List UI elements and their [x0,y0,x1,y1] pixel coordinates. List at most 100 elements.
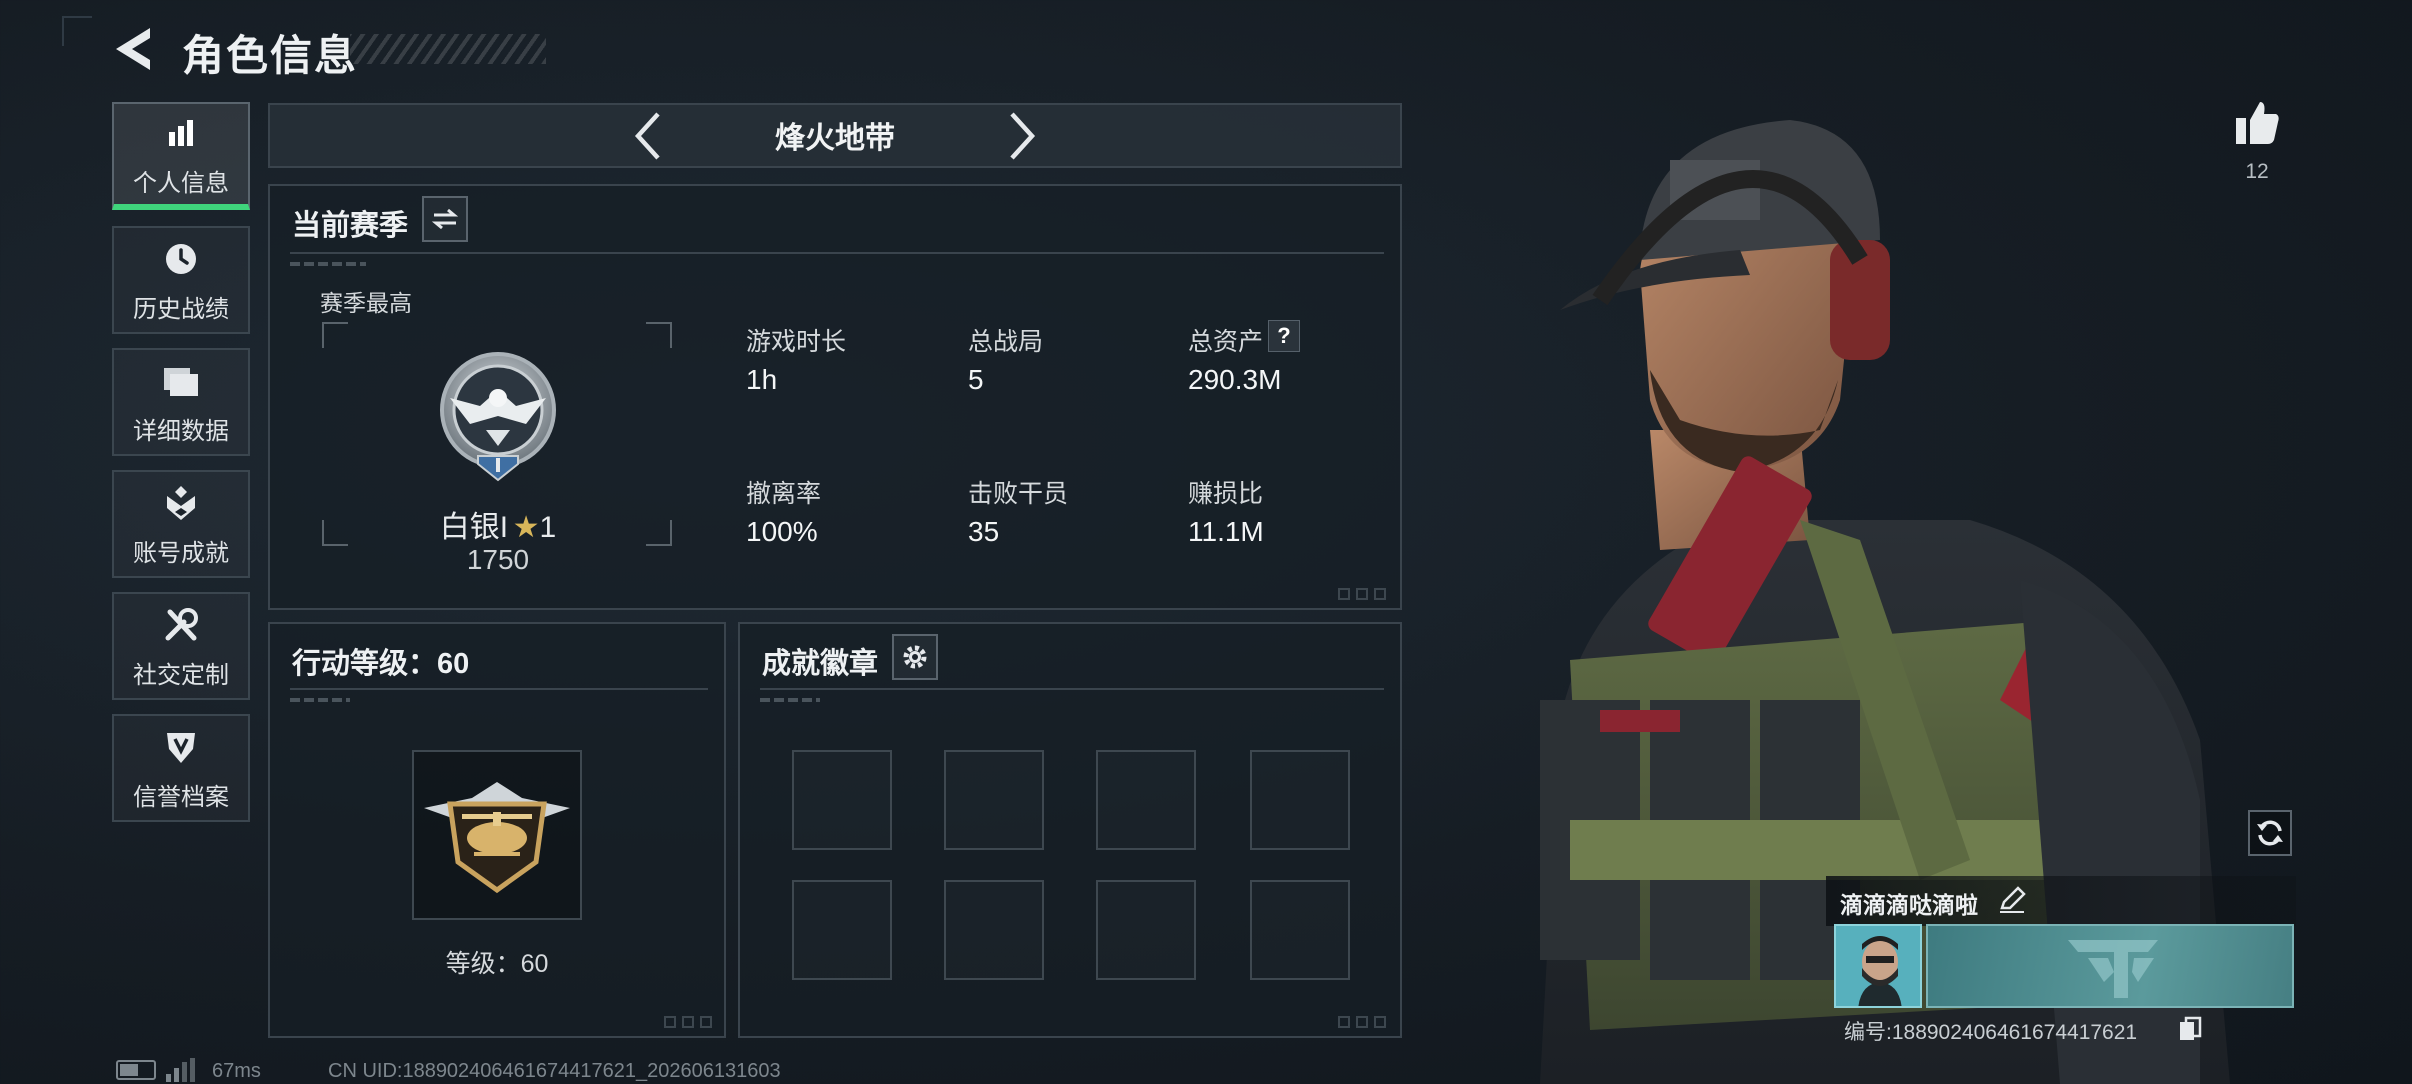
copy-id-button[interactable] [2178,1016,2202,1042]
mode-name: 烽火地带 [775,122,895,155]
credit-shield-icon [159,725,203,769]
sidebar-item-credit[interactable]: 信誉档案 [112,714,250,822]
panel-deco [700,1016,712,1028]
season-divider [290,252,1384,254]
stat-kills-value: 35 [968,516,1000,547]
pencil-icon [2000,886,2026,913]
divider-decoration [760,698,820,702]
badge-settings-button[interactable] [892,634,938,680]
rotate-model-button[interactable] [2248,810,2292,856]
next-mode-button[interactable] [996,108,1046,164]
divider-decoration [290,262,366,266]
refresh-icon [2257,820,2283,846]
prev-mode-button[interactable] [624,108,674,164]
like-button[interactable] [2232,98,2282,148]
back-arrow-icon [116,28,150,70]
avatar[interactable] [1834,924,1922,1008]
thumbs-up-icon [2236,102,2279,144]
stat-total-matches-label: 总战局 [968,328,1044,356]
frame-corner [322,322,348,348]
gear-icon [903,645,927,669]
stat-play-time-label: 游戏时长 [746,328,847,356]
like-count: 12 [2245,160,2269,183]
panel-deco [682,1016,694,1028]
badge-slot[interactable] [792,880,892,980]
badge-slot[interactable] [1096,750,1196,850]
swap-arrows-icon [431,208,459,230]
level-text: 等级：60 [445,950,549,978]
stat-extract-rate-value: 100% [746,516,818,547]
sidebar-item-label: 信誉档案 [133,783,229,811]
history-clock-icon [159,237,203,281]
sidebar-item-label: 个人信息 [133,169,229,197]
sidebar-item-label: 社交定制 [133,661,229,689]
frame-corner [646,520,672,546]
panel-deco [1338,1016,1350,1028]
banner-logo-icon [2068,940,2158,998]
rank-name: 白银I [439,511,509,544]
badge-slot[interactable] [792,750,892,850]
badge-slot[interactable] [1250,750,1350,850]
chevron-right-icon [1010,112,1036,160]
action-level-divider [290,688,708,690]
badge-slot[interactable] [944,750,1044,850]
stats-bar-icon [159,111,203,155]
panel-deco [1374,588,1386,600]
corner-decoration [62,16,92,46]
copy-icon [2180,1016,2202,1040]
folder-icon [159,359,203,403]
chevron-left-icon [634,112,660,160]
signal-icon [166,1058,196,1084]
player-id: 编号:1889024064616744176​21 [1844,1021,2138,1044]
uid-text: CN UID:188902406461674417621_20260613160… [328,1060,781,1082]
title-decoration [350,34,546,64]
frame-corner [646,322,672,348]
sidebar-item-label: 历史战绩 [133,295,229,323]
page-title: 角色信息 [182,32,359,79]
profile-banner[interactable] [1926,924,2294,1008]
badge-slot[interactable] [1096,880,1196,980]
panel-deco [1356,588,1368,600]
level-emblem-frame [412,750,582,920]
edit-name-button[interactable] [1998,884,2028,914]
action-level-title: 行动等级：60 [292,648,470,680]
sidebar-item-detail-data[interactable]: 详细数据 [112,348,250,456]
ping-text: 67ms [212,1060,261,1082]
sidebar-item-history[interactable]: 历史战绩 [112,226,250,334]
season-switch-button[interactable] [422,196,468,242]
panel-deco [1338,588,1350,600]
tools-icon [159,603,203,647]
rank-stars: 1 [539,511,557,544]
season-best-label: 赛季最高 [320,290,412,316]
rank-score: 1750 [466,544,530,575]
level-emblem [424,782,570,894]
sidebar-item-social[interactable]: 社交定制 [112,592,250,700]
sidebar-item-achievements[interactable]: 账号成就 [112,470,250,578]
stat-kills-label: 击败干员 [968,480,1069,508]
avatar-portrait [1836,926,1920,1006]
stat-play-time-value: 1h [746,364,778,395]
stat-total-assets-label: 总资产 [1188,328,1264,356]
badge-slot[interactable] [1250,880,1350,980]
stat-total-matches-value: 5 [968,364,984,395]
sidebar-item-personal-info[interactable]: 个人信息 [112,102,250,210]
frame-corner [322,520,348,546]
badge-slot[interactable] [944,880,1044,980]
stat-profit-ratio-label: 赚损比 [1188,480,1264,508]
panel-deco [664,1016,676,1028]
battery-icon [116,1060,156,1080]
rank-row: 白银I ★1 [430,502,566,546]
stat-profit-ratio-value: 11.1M [1188,516,1264,547]
player-nickname: 滴滴滴哒滴啦 [1840,892,1978,918]
stat-total-assets-value: 290.3M [1188,364,1282,395]
assets-help-icon[interactable]: ? [1268,320,1300,352]
sidebar-item-label: 详细数据 [133,417,229,445]
achievement-badges-title: 成就徽章 [762,648,879,680]
divider-decoration [290,698,350,702]
badges-divider [760,688,1384,690]
season-title: 当前赛季 [292,210,409,242]
panel-deco [1356,1016,1368,1028]
sidebar-item-label: 账号成就 [133,539,229,567]
star-icon: ★ [512,511,540,544]
back-button[interactable] [110,22,160,76]
